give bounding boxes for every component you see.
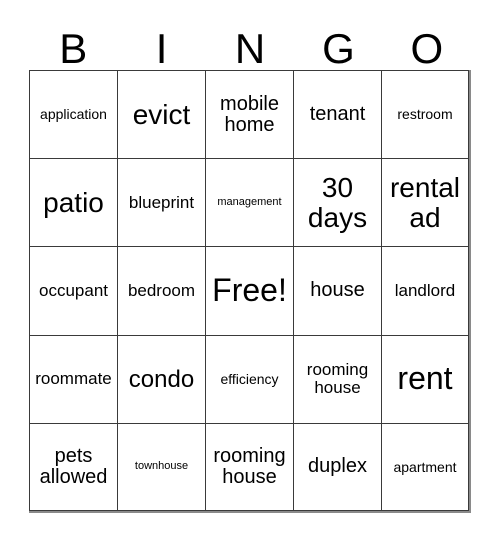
bingo-cell-label: evict [132, 98, 191, 130]
bingo-cell-r5c4[interactable]: duplex [293, 422, 381, 511]
bingo-cell-label: bedroom [127, 281, 196, 301]
bingo-cell-r1c3[interactable]: mobile home [205, 70, 293, 159]
bingo-grid: application evict mobile home tenant restroo… [29, 70, 471, 513]
bingo-cell-r1c2[interactable]: evict [117, 70, 205, 159]
bingo-cell-label: mobile home [220, 92, 279, 136]
bingo-cell-r1c1[interactable]: application [29, 70, 117, 159]
bingo-cell-label: apartment [393, 458, 457, 475]
bingo-cell-r2c2[interactable]: blueprint [117, 158, 205, 247]
bingo-header-letter-n: N [234, 25, 266, 72]
bingo-cell-r4c1[interactable]: roommate [29, 334, 117, 423]
bingo-cell-label: patio [43, 187, 104, 219]
bingo-cell-r2c4[interactable]: 30 days [293, 158, 381, 247]
bingo-cell-r1c5[interactable]: restroom [381, 70, 469, 159]
bingo-header-letter-i: I [155, 25, 168, 72]
bingo-header-letter-o: O [410, 25, 444, 72]
bingo-cell-r3c1[interactable]: occupant [29, 246, 117, 335]
bingo-cell-r2c1[interactable]: patio [29, 158, 117, 247]
bingo-cell-r3c4[interactable]: house [293, 246, 381, 335]
bingo-cell-label: blueprint [128, 192, 195, 212]
bingo-cell-free[interactable]: Free! [205, 246, 293, 335]
bingo-cell-label: management [217, 196, 282, 209]
bingo-cell-label: townhouse [134, 460, 189, 473]
bingo-cell-label: duplex [308, 455, 367, 478]
bingo-cell-label: efficiency [220, 370, 279, 387]
bingo-cell-label: restroom [397, 106, 453, 123]
bingo-cell-label: occupant [39, 281, 108, 301]
bingo-cell-label: tenant [309, 103, 366, 126]
bingo-cell-label: application [40, 106, 107, 123]
bingo-cell-r4c3[interactable]: efficiency [205, 334, 293, 423]
bingo-cell-label: rooming house [306, 360, 369, 398]
bingo-cell-r2c5[interactable]: rental ad [381, 158, 469, 247]
bingo-card: B I N G O application evict mobile home tenant r… [0, 0, 500, 544]
bingo-cell-label: Free! [212, 272, 287, 309]
bingo-cell-label: landlord [394, 281, 456, 301]
bingo-cell-r4c2[interactable]: condo [117, 334, 205, 423]
bingo-cell-r5c5[interactable]: apartment [381, 422, 469, 511]
bingo-cell-label: rent [397, 360, 453, 397]
bingo-cell-r4c5[interactable]: rent [381, 334, 469, 423]
bingo-cell-r5c1[interactable]: pets allowed [29, 422, 117, 511]
bingo-cell-label: rental ad [389, 172, 461, 233]
bingo-header-letter-g: G [322, 25, 355, 72]
bingo-cell-r1c4[interactable]: tenant [293, 70, 381, 159]
bingo-cell-r3c2[interactable]: bedroom [117, 246, 205, 335]
bingo-cell-r2c3[interactable]: management [205, 158, 293, 247]
bingo-cell-label: condo [128, 365, 195, 393]
bingo-header-row: BINGO [29, 16, 471, 70]
bingo-cell-r4c4[interactable]: rooming house [293, 334, 381, 423]
bingo-cell-label: roommate [35, 369, 112, 389]
bingo-cell-label: rooming house [213, 444, 286, 488]
bingo-header-letter-b: B [59, 25, 88, 72]
bingo-cell-r5c2[interactable]: townhouse [117, 422, 205, 511]
bingo-cell-label: house [310, 279, 365, 302]
bingo-cell-label: 30 days [307, 172, 368, 233]
bingo-cell-label: pets allowed [39, 444, 108, 488]
bingo-cell-r3c5[interactable]: landlord [381, 246, 469, 335]
bingo-cell-r5c3[interactable]: rooming house [205, 422, 293, 511]
